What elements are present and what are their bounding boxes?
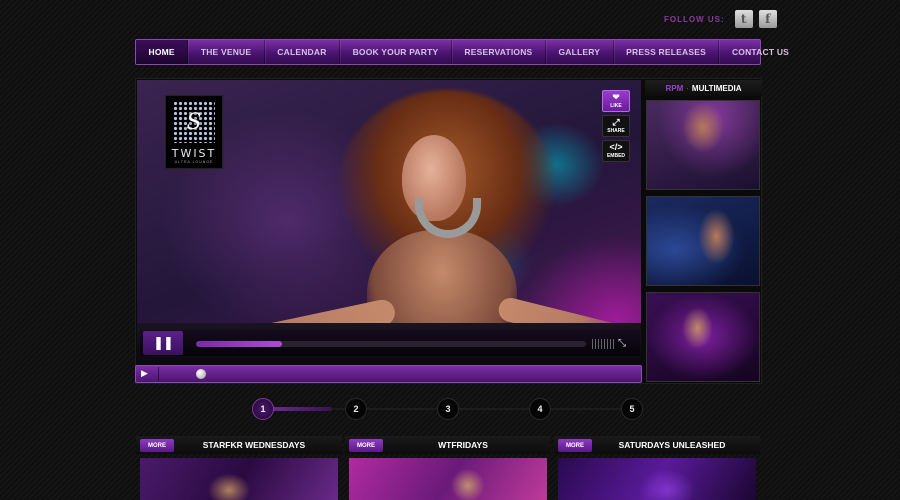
embed-icon: </>: [609, 142, 623, 152]
multimedia-title: MULTIMEDIA: [691, 83, 742, 93]
media-thumbnail-2[interactable]: [646, 196, 760, 286]
video-progress-fill: [196, 341, 282, 347]
nav-press-releases[interactable]: PRESS RELEASES: [614, 40, 720, 64]
pause-button[interactable]: ❚❚: [143, 331, 183, 355]
more-button[interactable]: MORE: [140, 439, 174, 452]
nav-book-your-party[interactable]: BOOK YOUR PARTY: [340, 40, 452, 64]
facebook-icon[interactable]: f: [758, 10, 777, 28]
pager-dot-1[interactable]: 1: [252, 398, 274, 420]
nav-gallery[interactable]: GALLERY: [546, 40, 614, 64]
heart-icon: ❤: [612, 92, 620, 102]
more-button[interactable]: MORE: [349, 439, 383, 452]
event-card: MORE WTFRIDAYS: [345, 436, 551, 500]
like-button[interactable]: ❤ LIKE: [602, 90, 630, 112]
pause-icon: ❚❚: [153, 335, 174, 350]
more-button[interactable]: MORE: [558, 439, 592, 452]
main-nav: HOME THE VENUE CALENDAR BOOK YOUR PARTY …: [135, 39, 789, 65]
social-actions: ❤ LIKE ⤢ SHARE </> EMBED: [602, 90, 630, 162]
video-progress-bar[interactable]: [196, 341, 586, 347]
media-thumbnail-1[interactable]: [646, 100, 760, 190]
media-thumbnail-3[interactable]: [646, 292, 760, 382]
logo-name: TWIST: [171, 147, 217, 160]
audio-track-bar: [135, 365, 642, 383]
twitter-icon[interactable]: t: [734, 10, 753, 28]
logo-subtitle: ULTRA LOUNGE: [174, 160, 214, 164]
nav-calendar[interactable]: CALENDAR: [265, 40, 341, 64]
nav-contact-us[interactable]: CONTACT US: [719, 40, 801, 64]
embed-button[interactable]: </> EMBED: [602, 140, 630, 162]
pager-dot-2[interactable]: 2: [345, 398, 367, 420]
nav-reservations[interactable]: RESERVATIONS: [452, 40, 546, 64]
play-icon[interactable]: ▶: [141, 368, 148, 379]
nav-the-venue[interactable]: THE VENUE: [188, 40, 265, 64]
event-image[interactable]: [349, 458, 547, 500]
volume-icon[interactable]: [592, 339, 614, 349]
twist-logo: S TWIST ULTRA LOUNGE: [165, 95, 223, 169]
pager-dot-3[interactable]: 3: [437, 398, 459, 420]
pager-dot-4[interactable]: 4: [529, 398, 551, 420]
share-icon: ⤢: [612, 117, 620, 127]
event-card: MORE STARFKR WEDNESDAYS: [136, 436, 342, 500]
follow-us: FOLLOW US: t f: [664, 10, 777, 28]
multimedia-header: RPM · MULTIMEDIA: [645, 80, 762, 96]
nav-home[interactable]: HOME: [136, 40, 189, 64]
event-image[interactable]: [558, 458, 756, 500]
pager-dot-5[interactable]: 5: [621, 398, 643, 420]
follow-label: FOLLOW US:: [664, 14, 725, 24]
share-button[interactable]: ⤢ SHARE: [602, 115, 630, 137]
event-card: MORE SATURDAYS UNLEASHED: [554, 436, 760, 500]
slide-pager: 1 2 3 4 5: [250, 398, 650, 420]
event-image[interactable]: [140, 458, 338, 500]
fullscreen-icon[interactable]: ⤡: [618, 338, 626, 349]
rpm-brand: RPM: [665, 83, 684, 93]
